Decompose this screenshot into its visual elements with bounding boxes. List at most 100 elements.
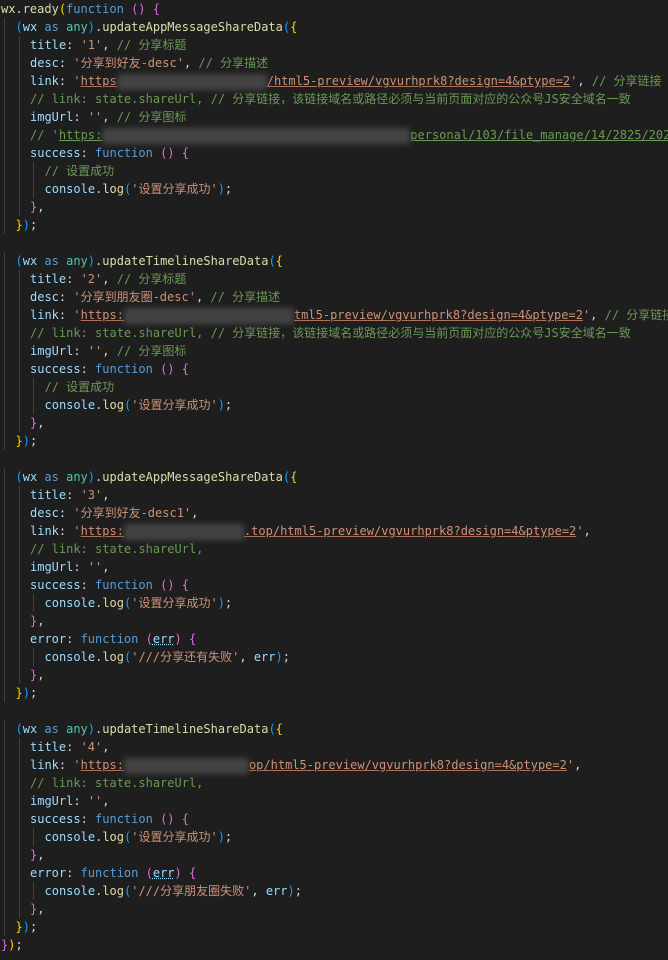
code-line[interactable]: console.log('设置分享成功');	[0, 396, 668, 414]
indent-guide	[18, 666, 20, 684]
code-line[interactable]: success: function () {	[0, 144, 668, 162]
code-line[interactable]: });	[0, 936, 668, 954]
code-line[interactable]: link: 'https: op/html5-preview/vgvurhprk8…	[0, 756, 668, 774]
code-line[interactable]: console.log('///分享还有失败', err);	[0, 648, 668, 666]
code-line[interactable]: },	[0, 846, 668, 864]
code-line[interactable]: desc: '分享到朋友圈-desc', // 分享描述	[0, 288, 668, 306]
code-line[interactable]: // link: state.shareUrl,	[0, 540, 668, 558]
code-line[interactable]: // link: state.shareUrl,	[0, 774, 668, 792]
code-line[interactable]: // link: state.shareUrl, // 分享链接，该链接域名或路…	[0, 324, 668, 342]
code-line[interactable]: (wx as any).updateAppMessageShareData({	[0, 18, 668, 36]
code-token: (	[15, 722, 23, 736]
code-line[interactable]: imgUrl: '',	[0, 792, 668, 810]
code-line[interactable]: },	[0, 612, 668, 630]
code-token: '///分享还有失败'	[131, 650, 240, 664]
code-line[interactable]: console.log('设置分享成功');	[0, 594, 668, 612]
code-line[interactable]: console.log('设置分享成功');	[0, 180, 668, 198]
code-line[interactable]: console.log('///分享朋友圈失败', err);	[0, 882, 668, 900]
code-token: )	[174, 866, 182, 880]
indent-guide	[18, 54, 20, 72]
code-line[interactable]: link: 'https: .top/html5-preview/vgvurhpr…	[0, 522, 668, 540]
code-line[interactable]: // 设置成功	[0, 378, 668, 396]
code-line[interactable]: desc: '分享到好友-desc', // 分享描述	[0, 54, 668, 72]
code-line[interactable]: });	[0, 684, 668, 702]
code-line[interactable]: title: '3',	[0, 486, 668, 504]
indent-guide	[4, 198, 5, 216]
code-line[interactable]: link: 'https: tml5-preview/vgvurhprk8?des…	[0, 306, 668, 324]
code-line[interactable]: },	[0, 414, 668, 432]
indent-guide	[18, 756, 20, 774]
code-token: ,	[102, 740, 110, 754]
indent-guide	[4, 108, 5, 126]
code-line[interactable]: desc: '分享到好友-desc1',	[0, 504, 668, 522]
code-line[interactable]	[0, 450, 668, 468]
code-token: console	[44, 398, 96, 412]
code-line[interactable]: imgUrl: '',	[0, 558, 668, 576]
code-line[interactable]: link: 'https/html5-preview/vgvurhprk8?de…	[0, 72, 668, 90]
code-line[interactable]: success: function () {	[0, 360, 668, 378]
code-token: ,	[37, 614, 45, 628]
code-line[interactable]: });	[0, 216, 668, 234]
code-token: link	[30, 758, 59, 772]
code-token: '分享到好友-desc1'	[73, 506, 192, 520]
code-token: ,	[577, 74, 592, 88]
indent-guide	[33, 828, 34, 846]
code-token: )	[87, 20, 96, 34]
code-line[interactable]: });	[0, 918, 668, 936]
indent-guide	[4, 216, 5, 234]
code-token: {	[152, 2, 160, 16]
code-line[interactable]: // 设置成功	[0, 162, 668, 180]
code-line[interactable]	[0, 702, 668, 720]
code-token: ,	[102, 110, 117, 124]
code-line[interactable]	[0, 234, 668, 252]
code-line[interactable]: error: function (err) {	[0, 864, 668, 882]
code-token: // 分享链接	[591, 74, 662, 88]
code-line[interactable]: });	[0, 432, 668, 450]
code-token: {	[181, 578, 189, 592]
indent-guide	[18, 522, 20, 540]
code-line[interactable]: success: function () {	[0, 576, 668, 594]
code-line[interactable]: // link: state.shareUrl, // 分享链接，该链接域名或路…	[0, 90, 668, 108]
code-line[interactable]: },	[0, 198, 668, 216]
code-line[interactable]: title: '2', // 分享标题	[0, 270, 668, 288]
code-token: any	[66, 470, 88, 484]
code-line[interactable]: success: function () {	[0, 810, 668, 828]
indent-guide	[4, 180, 5, 198]
code-token: https:	[80, 308, 124, 322]
code-token: :	[66, 272, 81, 286]
code-line[interactable]: (wx as any).updateTimelineShareData({	[0, 252, 668, 270]
code-editor[interactable]: wx.ready(function () {(wx as any).update…	[0, 0, 668, 960]
code-token: ;	[224, 398, 233, 412]
code-line[interactable]: wx.ready(function () {	[0, 0, 668, 18]
code-line[interactable]: },	[0, 900, 668, 918]
code-token: ,	[239, 650, 254, 664]
code-token: ;	[29, 686, 38, 700]
code-token: }	[15, 686, 23, 700]
code-token: as	[44, 254, 59, 268]
code-line[interactable]: title: '4',	[0, 738, 668, 756]
code-line[interactable]: },	[0, 666, 668, 684]
code-token: }	[15, 920, 23, 934]
code-line[interactable]: (wx as any).updateAppMessageShareData({	[0, 468, 668, 486]
code-line[interactable]: title: '1', // 分享标题	[0, 36, 668, 54]
indent-guide	[33, 594, 34, 612]
code-line[interactable]: error: function (err) {	[0, 630, 668, 648]
code-line[interactable]: console.log('设置分享成功');	[0, 828, 668, 846]
code-token: personal/103/file_manage/14/2825/2023052…	[410, 128, 668, 142]
code-token: )	[217, 398, 225, 412]
code-line[interactable]: // 'https: personal/103/file_manage/14/28…	[0, 126, 668, 144]
code-line[interactable]: imgUrl: '', // 分享图标	[0, 342, 668, 360]
code-token: {	[290, 470, 298, 484]
code-token: ()	[160, 362, 175, 376]
indent-guide	[4, 810, 5, 828]
code-token: (	[15, 254, 23, 268]
code-line[interactable]: (wx as any).updateTimelineShareData({	[0, 720, 668, 738]
indent-guide	[4, 792, 5, 810]
redacted-region	[123, 523, 244, 540]
code-token: '	[566, 758, 575, 772]
indent-guide	[4, 540, 5, 558]
code-token: success	[30, 812, 81, 826]
code-line[interactable]: imgUrl: '', // 分享图标	[0, 108, 668, 126]
